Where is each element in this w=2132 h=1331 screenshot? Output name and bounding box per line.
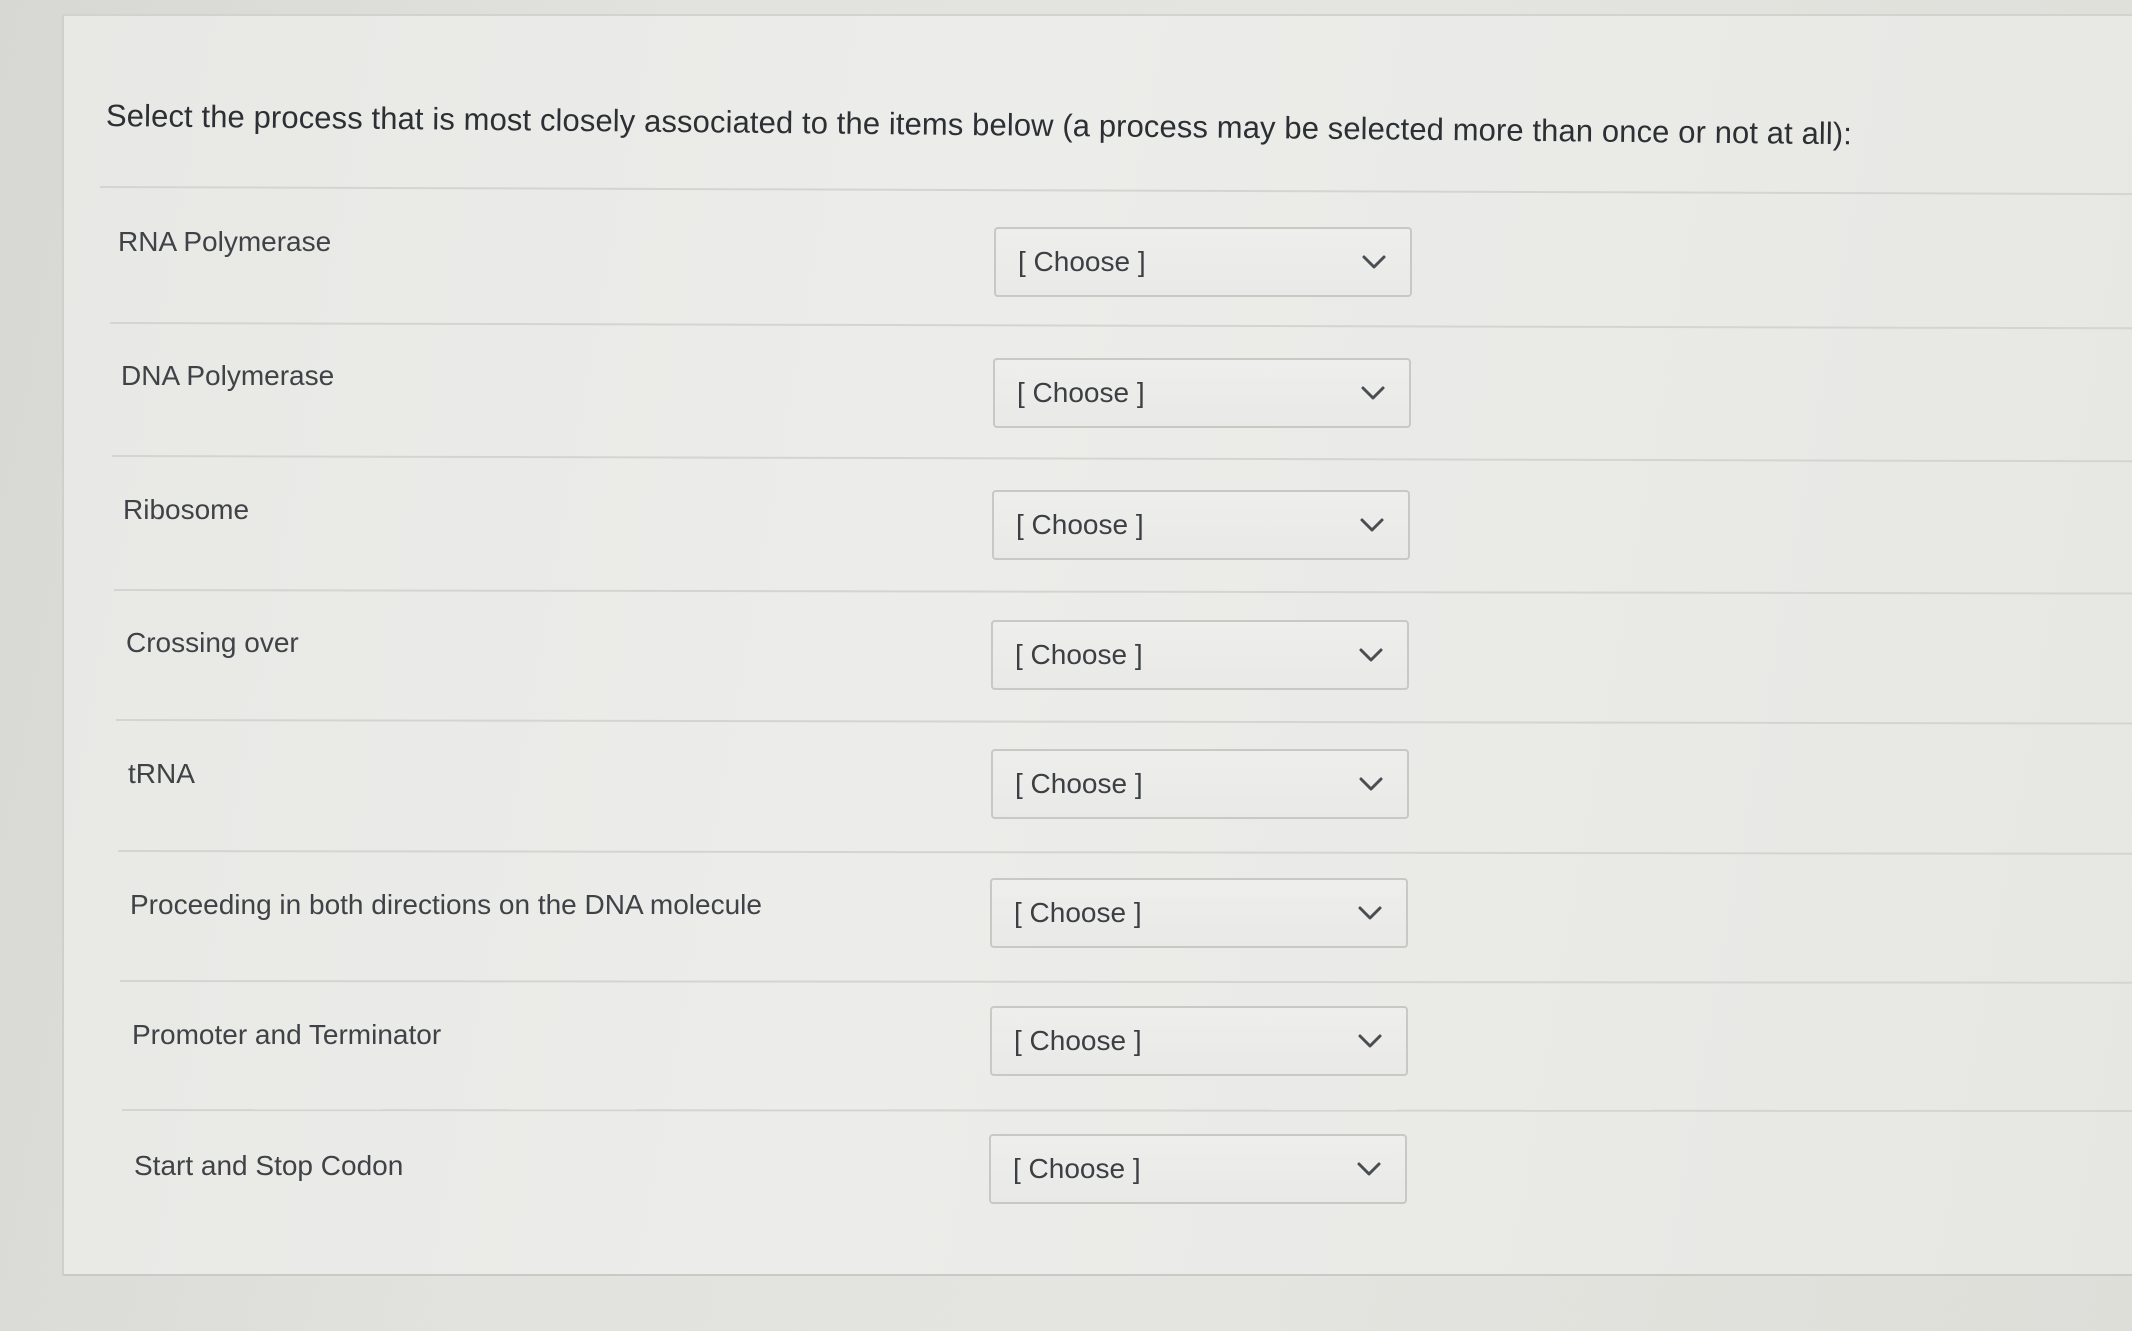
chevron-down-icon [1358, 1034, 1382, 1048]
chevron-down-icon [1362, 255, 1386, 269]
select-value: [ Choose ] [1015, 639, 1143, 670]
process-select[interactable]: [ Choose ] [994, 227, 1412, 297]
item-label: Proceeding in both directions on the DNA… [130, 889, 762, 920]
process-select[interactable]: [ Choose ] [993, 358, 1411, 428]
process-select[interactable]: [ Choose ] [990, 1006, 1408, 1076]
process-select[interactable]: [ Choose ] [992, 490, 1410, 560]
chevron-down-icon [1357, 1162, 1381, 1176]
item-label: Promoter and Terminator [132, 1019, 442, 1050]
chevron-down-icon [1359, 777, 1383, 791]
select-value: [ Choose ] [1018, 246, 1146, 277]
item-label: Ribosome [123, 494, 250, 525]
select-value: [ Choose ] [1013, 1153, 1141, 1184]
chevron-down-icon [1361, 386, 1385, 400]
item-label: RNA Polymerase [118, 226, 332, 257]
select-value: [ Choose ] [1017, 377, 1145, 408]
process-select[interactable]: [ Choose ] [990, 878, 1408, 948]
item-label: DNA Polymerase [121, 360, 335, 391]
select-value: [ Choose ] [1014, 897, 1142, 928]
process-select[interactable]: [ Choose ] [991, 620, 1409, 690]
select-value: [ Choose ] [1016, 509, 1144, 540]
chevron-down-icon [1360, 518, 1384, 532]
process-select[interactable]: [ Choose ] [991, 749, 1409, 819]
item-label: Crossing over [126, 627, 299, 658]
select-value: [ Choose ] [1015, 768, 1143, 799]
chevron-down-icon [1359, 648, 1383, 662]
item-label: tRNA [128, 758, 195, 789]
select-value: [ Choose ] [1014, 1025, 1142, 1056]
process-select[interactable]: [ Choose ] [989, 1134, 1407, 1204]
chevron-down-icon [1358, 906, 1382, 920]
item-label: Start and Stop Codon [134, 1150, 404, 1181]
